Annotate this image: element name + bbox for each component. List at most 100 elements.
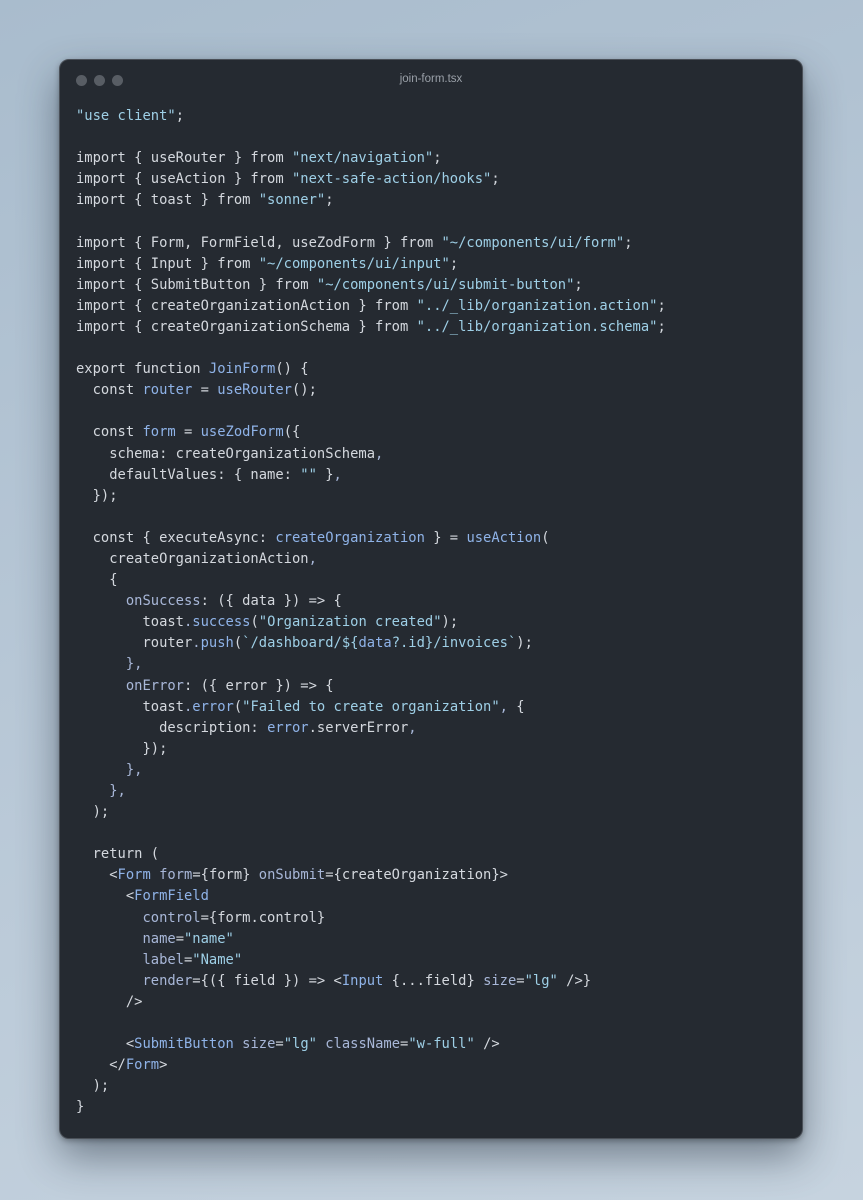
code-token: }, (76, 761, 143, 778)
code-token: ; (657, 318, 666, 335)
code-line: import { Input } from "~/components/ui/i… (76, 254, 666, 275)
code-token: "lg" (524, 972, 558, 989)
code-line: }, (76, 760, 666, 781)
code-token: }, (76, 783, 126, 799)
code-token: return ( (76, 846, 160, 863)
code-token: ={form} (192, 867, 259, 884)
code-line: import { toast } from "sonner"; (76, 190, 666, 211)
code-token: error (192, 698, 234, 715)
code-token: , (408, 719, 417, 736)
code-line: }, (76, 781, 666, 802)
code-line: import { useRouter } from "next/navigati… (76, 148, 666, 169)
code-token: useZodForm (200, 424, 284, 441)
code-token: ; (449, 255, 459, 272)
code-line: import { createOrganizationSchema } from… (76, 317, 666, 338)
code-token: = (175, 424, 201, 441)
code-token: import { Form, FormField, useZodForm } f… (76, 234, 442, 251)
code-token: onSubmit (258, 867, 326, 884)
code-token: . (192, 635, 201, 652)
code-token: : ({ error }) => { (183, 677, 334, 694)
code-token: : ({ data }) => { (200, 593, 342, 610)
code-token: ; (574, 276, 583, 293)
code-line: const router = useRouter(); (76, 380, 666, 401)
code-token: onError (76, 677, 184, 694)
code-token: "lg" (283, 1036, 317, 1053)
code-token: control (76, 909, 201, 926)
code-token: form (150, 867, 193, 884)
code-token: Form (125, 1057, 160, 1074)
code-token: "name" (184, 930, 234, 947)
code-token: import { createOrganizationSchema } from (76, 318, 417, 335)
code-line: router.push(`/dashboard/${data?.id}/invo… (76, 633, 666, 654)
code-token: createOrganizationAction (76, 550, 309, 567)
code-token: "../_lib/organization.action" (416, 297, 658, 314)
code-token: import { createOrganizationAction } from (76, 297, 417, 314)
code-line: import { Form, FormField, useZodForm } f… (76, 233, 666, 254)
code-token: FormField (134, 888, 209, 905)
code-token: "Name" (192, 951, 243, 968)
code-token: Form (117, 867, 151, 884)
code-token: "w-full" (408, 1036, 475, 1053)
code-token: ); (76, 1078, 110, 1095)
code-token: import { SubmitButton } from (76, 276, 317, 293)
code-token: ; (325, 192, 334, 209)
code-token: onSuccess (76, 593, 201, 610)
code-token: }); (76, 740, 168, 757)
code-token: = (516, 972, 525, 989)
code-token: ={createOrganization}> (325, 867, 508, 884)
code-token: const (76, 424, 143, 441)
code-token: push (200, 635, 234, 652)
code-token: "sonner" (258, 192, 326, 209)
code-token: ); (516, 635, 533, 652)
code-token: "use client" (76, 108, 176, 124)
code-line: <SubmitButton size="lg" className="w-ful… (76, 1034, 666, 1055)
code-token: "Organization created" (258, 614, 442, 631)
code-token: import { useAction } from (76, 171, 292, 188)
code-token: import { toast } from (76, 192, 259, 209)
code-token: ( (541, 529, 550, 546)
code-token: /> (76, 993, 143, 1010)
code-token: useAction (466, 529, 542, 546)
code-token: ; (657, 297, 666, 314)
code-token: } (316, 466, 334, 483)
code-line: import { SubmitButton } from "~/componen… (76, 275, 666, 296)
code-token: createOrganization (275, 529, 425, 546)
code-token: } (76, 1099, 85, 1116)
code-token: JoinForm (208, 361, 276, 378)
code-token: = (192, 382, 218, 399)
code-token: useRouter (217, 382, 292, 399)
code-line: <FormField (76, 886, 666, 907)
code-token: </ (76, 1057, 126, 1074)
code-token: {...field} (383, 972, 484, 989)
code-token: = (275, 1036, 284, 1053)
code-token: < (76, 1036, 135, 1053)
code-token: ; (175, 108, 184, 124)
code-token: router (76, 635, 193, 652)
code-token: > (159, 1057, 168, 1074)
code-token: size (233, 1036, 276, 1053)
code-token: { (507, 698, 525, 715)
code-token: /> (474, 1036, 500, 1053)
code-token: "next-safe-action/hooks" (291, 171, 492, 188)
code-token: , (499, 698, 508, 715)
code-line: control={form.control} (76, 908, 666, 929)
code-token: , (308, 550, 317, 567)
code-token: ; (491, 171, 500, 188)
code-line: onSuccess: ({ data }) => { (76, 591, 666, 612)
code-token: toast (76, 614, 184, 631)
code-token: ?.id}/invoices` (391, 635, 517, 652)
code-line: import { createOrganizationAction } from… (76, 296, 666, 317)
code-line: const { executeAsync: createOrganization… (76, 528, 666, 549)
code-token: data (358, 635, 392, 652)
code-line: ); (76, 1076, 666, 1097)
code-line: } (76, 1097, 666, 1118)
code-token: }, (76, 656, 143, 673)
code-line: name="name" (76, 929, 666, 950)
code-token: ( (233, 698, 243, 715)
code-token: "~/components/ui/submit-button" (316, 276, 575, 293)
